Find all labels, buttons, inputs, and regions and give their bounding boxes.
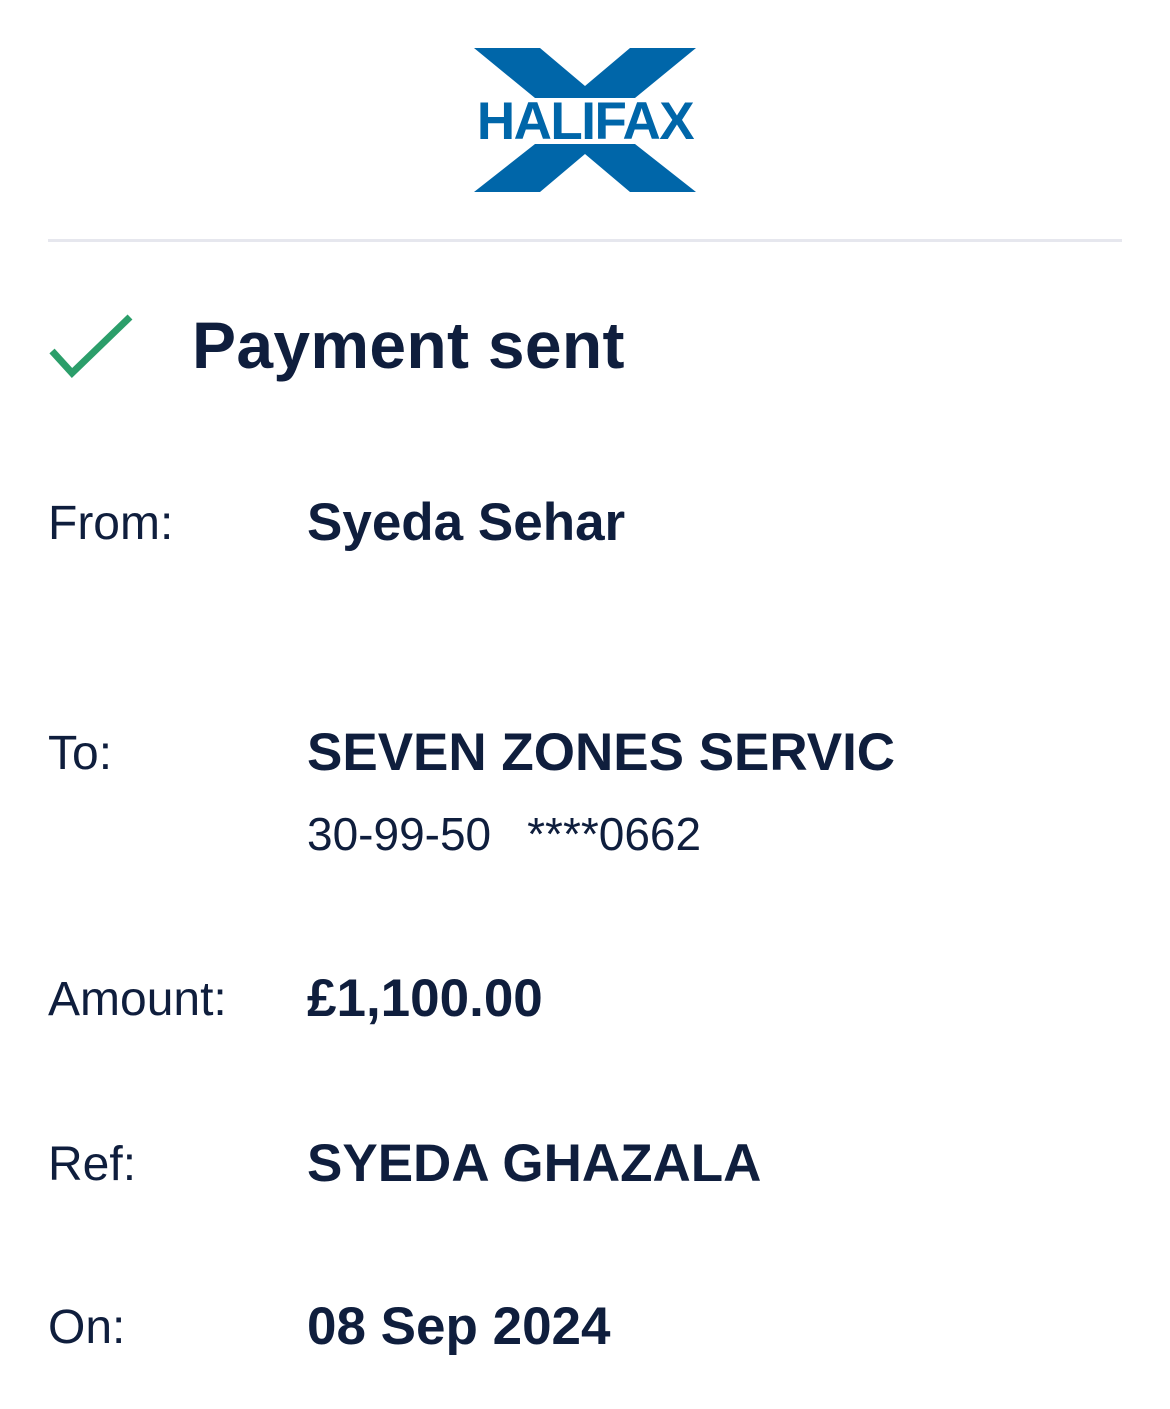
payment-status: Payment sent <box>48 300 624 390</box>
from-value: Syeda Sehar <box>307 493 626 552</box>
page-title: Payment sent <box>192 308 625 382</box>
logo-text: HALIFAX <box>477 92 694 151</box>
ref-label: Ref: <box>48 1138 137 1191</box>
check-icon <box>49 314 133 379</box>
halifax-logo: HALIFAX <box>474 48 696 192</box>
to-label: To: <box>48 727 113 780</box>
sort-code: 30-99-50 <box>307 808 492 860</box>
amount-label: Amount: <box>48 973 227 1026</box>
amount-value: £1,100.00 <box>307 969 543 1028</box>
account-number: ****0662 <box>527 808 702 860</box>
to-account-details: 30-99-50 ****0662 <box>307 806 701 862</box>
to-value: SEVEN ZONES SERVIC <box>307 723 896 782</box>
header-divider <box>48 239 1122 242</box>
ref-value: SYEDA GHAZALA <box>307 1134 762 1193</box>
on-value: 08 Sep 2024 <box>307 1297 611 1356</box>
on-label: On: <box>48 1301 126 1354</box>
from-label: From: <box>48 497 174 550</box>
